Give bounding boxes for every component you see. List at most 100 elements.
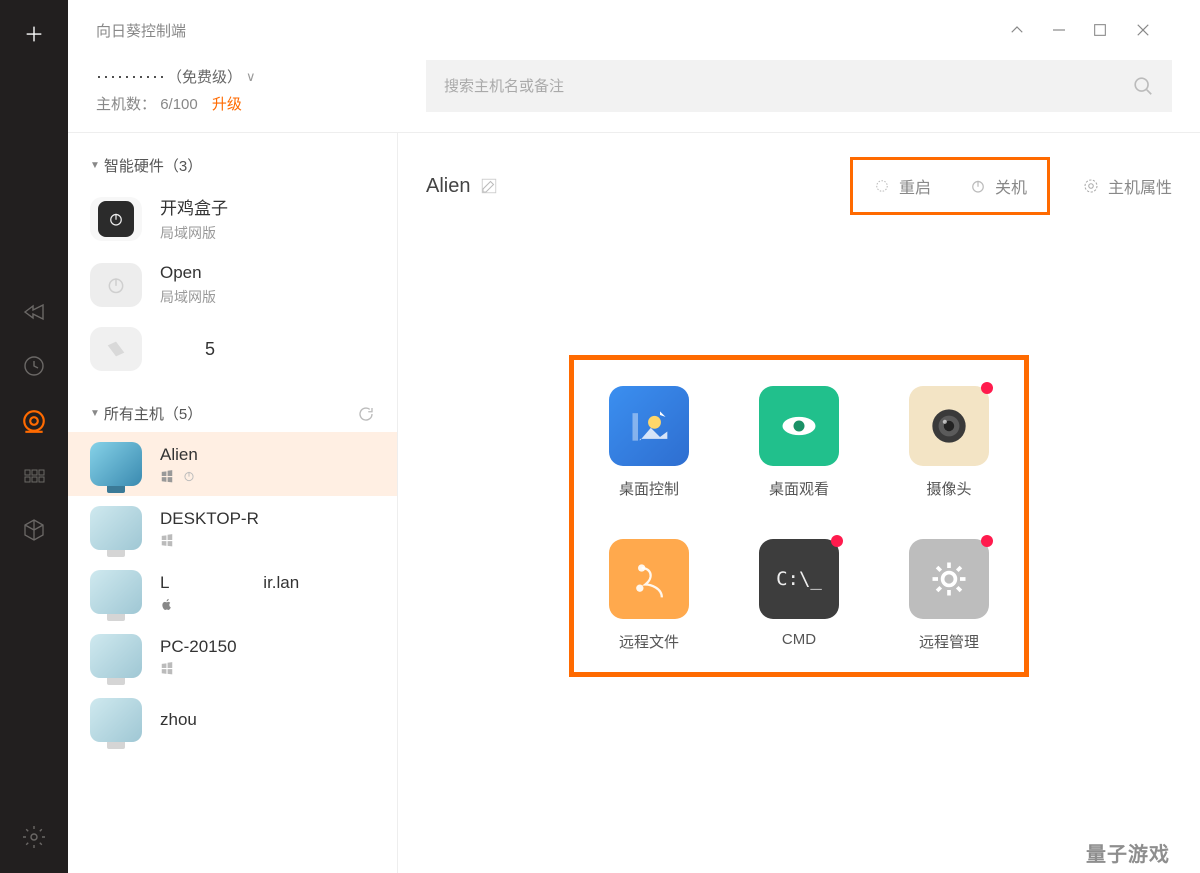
- hw-item-2[interactable]: 5: [68, 317, 397, 381]
- window-collapse-button[interactable]: [1008, 21, 1050, 39]
- group-hardware-header[interactable]: ▼ 智能硬件（3）: [68, 147, 397, 184]
- actions-panel: 桌面控制 桌面观看 摄像头: [569, 355, 1029, 677]
- refresh-button[interactable]: [357, 405, 375, 423]
- host-item-l[interactable]: L ir.lan: [68, 560, 397, 624]
- sidebar: ▼ 智能硬件（3） 开鸡盒子 局域网版 Open 局域网版: [68, 133, 398, 873]
- monitor-icon: [90, 570, 142, 614]
- app-title: 向日葵控制端: [96, 20, 186, 41]
- chevron-down-icon: ∨: [246, 69, 256, 85]
- host-name: DESKTOP-R: [160, 509, 375, 529]
- host-item-alien[interactable]: Alien: [68, 432, 397, 496]
- power-box-icon: [90, 263, 142, 307]
- search-input[interactable]: [444, 78, 1132, 95]
- action-label: 摄像头: [926, 478, 971, 499]
- rail-share-icon[interactable]: [22, 300, 46, 324]
- rail-history-icon[interactable]: [22, 354, 46, 378]
- titlebar: 向日葵控制端: [68, 0, 1200, 60]
- device-icon: [90, 327, 142, 371]
- action-label: 桌面控制: [619, 478, 679, 499]
- shutdown-label: 关机: [995, 174, 1027, 198]
- camera-icon: [909, 386, 989, 466]
- apple-icon: [160, 597, 174, 611]
- power-icon: [969, 177, 987, 195]
- hw-item-1[interactable]: Open 局域网版: [68, 253, 397, 317]
- host-properties-label: 主机属性: [1108, 174, 1172, 198]
- watermark: 量子游戏: [1086, 838, 1170, 867]
- remote-manage-icon: [909, 539, 989, 619]
- triangle-down-icon: ▼: [90, 160, 100, 171]
- os-icons: [160, 533, 375, 547]
- hosts-label: 主机数：: [96, 96, 156, 113]
- hw-sub: 局域网版: [160, 287, 375, 307]
- notification-dot-icon: [831, 535, 843, 547]
- nav-rail: [0, 0, 68, 873]
- rail-nav: [21, 300, 47, 542]
- group-all-title: 所有主机（5）: [104, 403, 202, 424]
- main-area: 向日葵控制端 · · · · · · · · · · （免费级） ∨ 主机数： …: [68, 0, 1200, 873]
- plus-icon: [23, 23, 45, 45]
- power-icon: [182, 469, 196, 483]
- os-icons: [160, 661, 375, 675]
- action-desktop-control[interactable]: 桌面控制: [604, 386, 694, 499]
- window-close-button[interactable]: [1134, 21, 1176, 39]
- hosts-count-line: 主机数： 6/100 升级: [96, 93, 426, 114]
- os-icons: [160, 469, 375, 483]
- group-allhosts-header[interactable]: ▼ 所有主机（5）: [68, 395, 397, 432]
- action-label: 远程文件: [619, 631, 679, 652]
- rail-grid-icon[interactable]: [22, 464, 46, 488]
- restart-label: 重启: [899, 174, 931, 198]
- action-cmd[interactable]: C:\_ CMD: [754, 539, 844, 652]
- windows-icon: [160, 533, 174, 547]
- account-line[interactable]: · · · · · · · · · · （免费级） ∨: [96, 66, 426, 87]
- hw-item-0[interactable]: 开鸡盒子 局域网版: [68, 184, 397, 253]
- rail-hosts-icon[interactable]: [21, 408, 47, 434]
- search-box[interactable]: [426, 60, 1172, 112]
- shutdown-button[interactable]: 关机: [959, 168, 1037, 204]
- action-remote-manage[interactable]: 远程管理: [904, 539, 994, 652]
- account-tier: （免费级）: [167, 66, 242, 87]
- os-icons: [160, 597, 375, 611]
- power-actions-box: 重启 关机: [850, 157, 1050, 215]
- power-box-icon: [90, 197, 142, 241]
- monitor-icon: [90, 698, 142, 742]
- monitor-icon: [90, 442, 142, 486]
- host-name: Alien: [160, 445, 375, 465]
- rail-cube-icon[interactable]: [22, 518, 46, 542]
- body: ▼ 智能硬件（3） 开鸡盒子 局域网版 Open 局域网版: [68, 132, 1200, 873]
- cmd-icon: C:\_: [759, 539, 839, 619]
- host-item-desktop-r[interactable]: DESKTOP-R: [68, 496, 397, 560]
- account-name: · · · · · · · · · ·: [96, 66, 163, 87]
- window-maximize-button[interactable]: [1092, 22, 1134, 38]
- host-properties-button[interactable]: 主机属性: [1082, 174, 1172, 198]
- cmd-text: C:\_: [776, 568, 822, 590]
- hw-name: 开鸡盒子: [160, 194, 375, 219]
- windows-icon: [160, 661, 174, 675]
- header: · · · · · · · · · · （免费级） ∨ 主机数： 6/100 升…: [68, 60, 1200, 132]
- desktop-control-icon: [609, 386, 689, 466]
- edit-name-button[interactable]: [480, 177, 498, 195]
- host-name: L ir.lan: [160, 573, 375, 593]
- content-area: Alien 重启 关机 主机属性: [398, 133, 1200, 873]
- rail-settings-icon[interactable]: [22, 825, 46, 849]
- action-label: 远程管理: [919, 631, 979, 652]
- action-camera[interactable]: 摄像头: [904, 386, 994, 499]
- action-desktop-view[interactable]: 桌面观看: [754, 386, 844, 499]
- hw-name: 5: [160, 339, 260, 360]
- windows-icon: [160, 469, 174, 483]
- host-item-pc20150[interactable]: PC-20150: [68, 624, 397, 688]
- window-minimize-button[interactable]: [1050, 21, 1092, 39]
- restart-icon: [873, 177, 891, 195]
- search-icon: [1132, 75, 1154, 97]
- host-item-zhou[interactable]: zhou: [68, 688, 397, 752]
- group-hardware-title: 智能硬件（3）: [104, 155, 202, 176]
- host-name: PC-20150: [160, 637, 375, 657]
- rail-add-button[interactable]: [23, 0, 45, 68]
- remote-file-icon: [609, 539, 689, 619]
- action-label: CMD: [782, 631, 816, 648]
- hw-sub: 局域网版: [160, 223, 375, 243]
- upgrade-link[interactable]: 升级: [212, 96, 242, 113]
- restart-button[interactable]: 重启: [863, 168, 941, 204]
- action-remote-file[interactable]: 远程文件: [604, 539, 694, 652]
- account-block: · · · · · · · · · · （免费级） ∨ 主机数： 6/100 升…: [96, 60, 426, 114]
- desktop-view-icon: [759, 386, 839, 466]
